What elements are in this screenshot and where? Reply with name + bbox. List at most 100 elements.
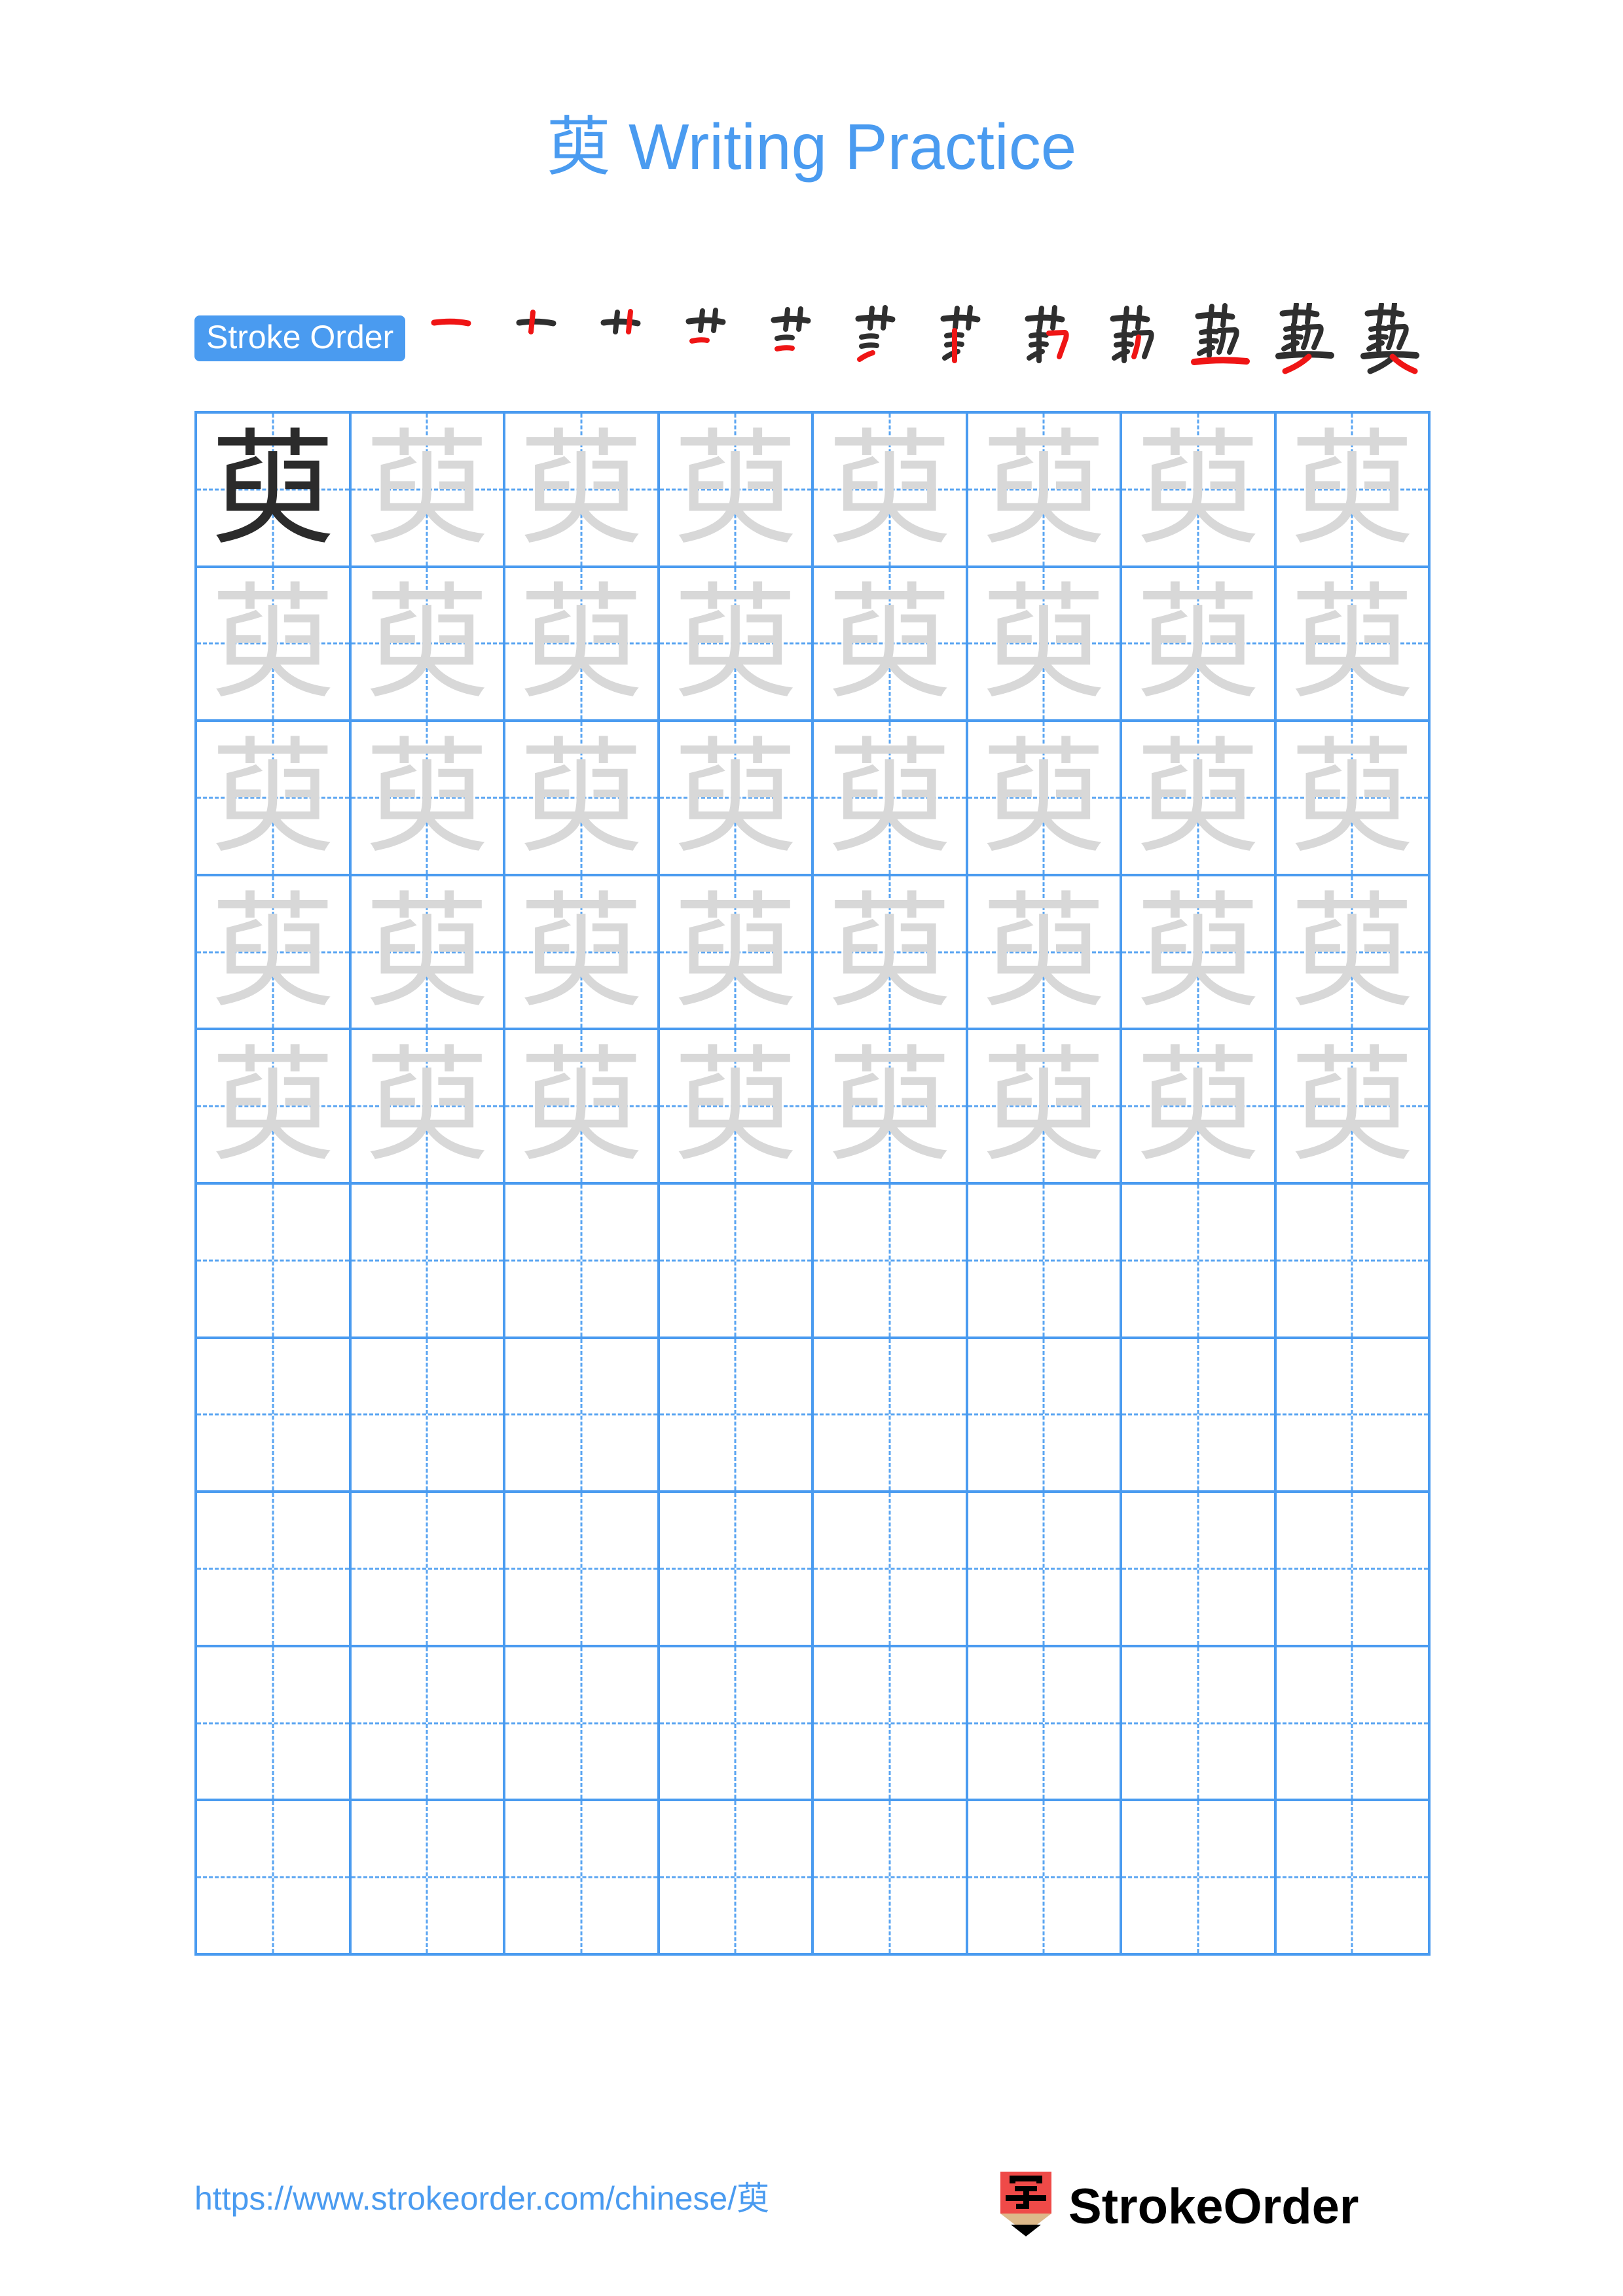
grid-cell[interactable]: 萸 [505, 722, 660, 876]
grid-cell[interactable] [1122, 1647, 1277, 1802]
grid-cell[interactable]: 萸 [197, 567, 352, 723]
footer-url-link[interactable]: https://www.strokeorder.com/chinese/萸 [194, 2182, 769, 2215]
grid-cell[interactable] [968, 1338, 1122, 1494]
grid-cell[interactable]: 萸 [505, 876, 660, 1031]
grid-cell[interactable] [351, 1338, 505, 1494]
practice-character: 萸 [365, 1033, 490, 1179]
practice-character: 萸 [1290, 879, 1415, 1024]
grid-cell[interactable] [1276, 1647, 1431, 1802]
grid-cell[interactable] [505, 1184, 660, 1339]
grid-cell[interactable]: 萸 [1276, 414, 1431, 568]
practice-character: 萸 [365, 571, 490, 716]
grid-row [197, 1647, 1431, 1802]
grid-cell[interactable]: 萸 [505, 414, 660, 568]
grid-cell[interactable]: 萸 [1122, 414, 1277, 568]
grid-cell[interactable]: 萸 [505, 1030, 660, 1185]
grid-cell[interactable] [505, 1493, 660, 1647]
grid-cell[interactable] [659, 1801, 814, 1956]
grid-cell[interactable] [968, 1184, 1122, 1339]
grid-cell[interactable] [968, 1493, 1122, 1647]
grid-cell[interactable]: 萸 [659, 876, 814, 1031]
grid-cell[interactable]: 萸 [351, 1030, 505, 1185]
grid-cell[interactable] [351, 1801, 505, 1956]
grid-cell[interactable] [814, 1801, 968, 1956]
practice-character: 萸 [827, 725, 952, 870]
grid-cell[interactable]: 萸 [351, 414, 505, 568]
grid-cell[interactable]: 萸 [814, 722, 968, 876]
grid-row: 萸 萸 萸 萸 萸 萸 萸 萸 [197, 567, 1431, 723]
grid-cell[interactable] [351, 1184, 505, 1339]
practice-character: 萸 [1135, 416, 1260, 562]
grid-cell[interactable]: 萸 [351, 722, 505, 876]
grid-cell[interactable]: 萸 [659, 567, 814, 723]
grid-cell[interactable] [659, 1338, 814, 1494]
grid-cell[interactable]: 萸 [968, 876, 1122, 1031]
footer-logo[interactable]: StrokeOrder [1000, 2168, 1359, 2246]
grid-cell[interactable]: 萸 [659, 414, 814, 568]
grid-cell[interactable] [1122, 1801, 1277, 1956]
grid-cell[interactable]: 萸 [505, 567, 660, 723]
grid-cell[interactable] [1122, 1493, 1277, 1647]
grid-cell[interactable] [968, 1647, 1122, 1802]
grid-cell[interactable] [659, 1647, 814, 1802]
grid-cell[interactable] [814, 1647, 968, 1802]
grid-cell[interactable] [1276, 1801, 1431, 1956]
grid-cell[interactable] [505, 1338, 660, 1494]
grid-cell[interactable]: 萸 [968, 567, 1122, 723]
grid-cell[interactable] [351, 1647, 505, 1802]
practice-character: 萸 [673, 879, 798, 1024]
grid-cell[interactable] [197, 1801, 352, 1956]
grid-cell[interactable] [1276, 1338, 1431, 1494]
grid-cell[interactable]: 萸 [1122, 722, 1277, 876]
grid-cell[interactable] [659, 1493, 814, 1647]
grid-cell[interactable] [1276, 1184, 1431, 1339]
grid-cell[interactable]: 萸 [968, 414, 1122, 568]
grid-cell[interactable]: 萸 [659, 722, 814, 876]
grid-cell[interactable]: 萸 [814, 567, 968, 723]
grid-cell[interactable] [197, 1493, 352, 1647]
grid-cell[interactable] [351, 1493, 505, 1647]
grid-cell[interactable] [197, 1647, 352, 1802]
grid-cell[interactable]: 萸 [968, 1030, 1122, 1185]
practice-character: 萸 [210, 571, 335, 716]
grid-cell[interactable]: 萸 [197, 876, 352, 1031]
grid-cell[interactable]: 萸 [814, 876, 968, 1031]
practice-character: 萸 [519, 879, 644, 1024]
grid-cell[interactable]: 萸 [1276, 567, 1431, 723]
grid-cell[interactable] [505, 1801, 660, 1956]
page-title-character: 萸 [546, 110, 611, 185]
grid-row: 萸 萸 萸 萸 萸 萸 萸 萸 [197, 722, 1431, 876]
grid-cell[interactable]: 萸 [814, 1030, 968, 1185]
grid-cell[interactable]: 萸 [197, 1030, 352, 1185]
grid-cell[interactable] [505, 1647, 660, 1802]
grid-cell[interactable] [968, 1801, 1122, 1956]
stroke-step-1 [420, 303, 498, 375]
grid-cell[interactable] [814, 1338, 968, 1494]
grid-cell[interactable]: 萸 [197, 414, 352, 568]
grid-cell[interactable] [1276, 1493, 1431, 1647]
grid-cell[interactable] [197, 1184, 352, 1339]
stroke-step-2 [505, 303, 583, 375]
grid-cell[interactable]: 萸 [1276, 876, 1431, 1031]
grid-cell[interactable]: 萸 [1122, 876, 1277, 1031]
grid-cell[interactable] [659, 1184, 814, 1339]
grid-cell[interactable]: 萸 [814, 414, 968, 568]
practice-character: 萸 [673, 571, 798, 716]
grid-cell[interactable]: 萸 [1276, 1030, 1431, 1185]
stroke-step-9 [1099, 303, 1177, 375]
grid-cell[interactable] [814, 1184, 968, 1339]
stroke-step-11 [1268, 303, 1347, 375]
grid-cell[interactable]: 萸 [197, 722, 352, 876]
grid-cell[interactable] [814, 1493, 968, 1647]
grid-cell[interactable]: 萸 [351, 567, 505, 723]
grid-cell[interactable] [1122, 1338, 1277, 1494]
grid-cell[interactable]: 萸 [659, 1030, 814, 1185]
grid-cell[interactable]: 萸 [1122, 1030, 1277, 1185]
grid-cell[interactable]: 萸 [1276, 722, 1431, 876]
grid-cell[interactable]: 萸 [1122, 567, 1277, 723]
practice-character: 萸 [1135, 879, 1260, 1024]
grid-cell[interactable] [1122, 1184, 1277, 1339]
grid-cell[interactable]: 萸 [968, 722, 1122, 876]
grid-cell[interactable] [197, 1338, 352, 1494]
grid-cell[interactable]: 萸 [351, 876, 505, 1031]
